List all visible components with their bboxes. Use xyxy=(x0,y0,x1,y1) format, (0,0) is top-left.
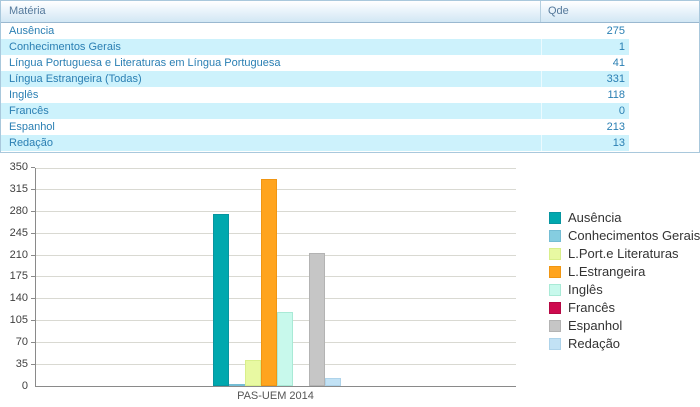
legend-label: L.Estrangeira xyxy=(568,265,645,279)
cell-materia: Espanhol xyxy=(1,119,541,135)
cell-materia: Ausência xyxy=(1,23,541,39)
legend-swatch-l-port-e-literaturas xyxy=(549,248,561,260)
cell-qde: 41 xyxy=(541,55,629,71)
legend-swatch-frances xyxy=(549,302,561,314)
plot-area xyxy=(35,168,516,387)
y-axis-label-350: 350 xyxy=(0,161,28,174)
legend-item-l-port-e-literaturas[interactable]: L.Port.e Literaturas xyxy=(549,248,700,260)
y-axis-label-210: 210 xyxy=(0,249,28,262)
cell-materia: Língua Portuguesa e Literaturas em Língu… xyxy=(1,55,541,71)
bar-chart: 0 35 70 105 140 175 210 245 280 315 350 PAS-UEM 20… xyxy=(0,160,700,407)
legend-item-l-estrangeira[interactable]: L.Estrangeira xyxy=(549,266,700,278)
cell-qde: 213 xyxy=(541,119,629,135)
cell-materia: Língua Estrangeira (Todas) xyxy=(1,71,541,87)
y-axis-label-0: 0 xyxy=(0,380,28,393)
legend-item-conhecimentos-gerais[interactable]: Conhecimentos Gerais xyxy=(549,230,700,242)
legend-label: Conhecimentos Gerais xyxy=(568,229,700,243)
legend-item-ingles[interactable]: Inglês xyxy=(549,284,700,296)
bar-ingles[interactable] xyxy=(277,312,293,386)
table-row-ingles[interactable]: Inglês118 xyxy=(1,87,629,103)
legend-swatch-l-estrangeira xyxy=(549,266,561,278)
table-row-lingua-portuguesa-e-literaturas-em-lingua-portuguesa[interactable]: Língua Portuguesa e Literaturas em Língu… xyxy=(1,55,629,71)
y-axis-label-105: 105 xyxy=(0,314,28,327)
legend-swatch-redacao xyxy=(549,338,561,350)
cell-qde: 331 xyxy=(541,71,629,87)
cell-qde: 118 xyxy=(541,87,629,103)
legend-item-espanhol[interactable]: Espanhol xyxy=(549,320,700,332)
y-tick-70 xyxy=(31,342,35,343)
y-tick-245 xyxy=(31,233,35,234)
column-header-qde[interactable]: Qde xyxy=(540,1,699,22)
legend-label: Redação xyxy=(568,337,620,351)
table-row-redacao[interactable]: Redação13 xyxy=(1,135,629,151)
y-tick-105 xyxy=(31,320,35,321)
cell-qde: 1 xyxy=(541,39,629,55)
y-axis-label-245: 245 xyxy=(0,227,28,240)
y-axis-label-280: 280 xyxy=(0,205,28,218)
legend-label: Inglês xyxy=(568,283,603,297)
legend-swatch-conhecimentos-gerais xyxy=(549,230,561,242)
y-tick-140 xyxy=(31,298,35,299)
table-row-ausencia[interactable]: Ausência275 xyxy=(1,23,629,39)
cell-materia: Inglês xyxy=(1,87,541,103)
y-tick-315 xyxy=(31,189,35,190)
cell-qde: 0 xyxy=(541,103,629,119)
legend-item-redacao[interactable]: Redação xyxy=(549,338,700,350)
y-tick-280 xyxy=(31,211,35,212)
y-axis-label-315: 315 xyxy=(0,183,28,196)
y-axis-label-175: 175 xyxy=(0,270,28,283)
legend-swatch-ingles xyxy=(549,284,561,296)
legend-swatch-ausencia xyxy=(549,212,561,224)
bar-l-estrangeira[interactable] xyxy=(261,179,277,386)
bar-l-port-e-literaturas[interactable] xyxy=(245,360,261,386)
y-tick-210 xyxy=(31,255,35,256)
cell-qde: 13 xyxy=(541,135,629,151)
bar-ausencia[interactable] xyxy=(213,214,229,386)
x-axis-label: PAS-UEM 2014 xyxy=(35,390,516,402)
y-axis-label-35: 35 xyxy=(0,358,28,371)
legend-item-frances[interactable]: Francês xyxy=(549,302,700,314)
legend-label: Ausência xyxy=(568,211,621,225)
gridline-350 xyxy=(36,168,516,169)
y-tick-350 xyxy=(31,167,35,168)
cell-qde: 275 xyxy=(541,23,629,39)
cell-materia: Conhecimentos Gerais xyxy=(1,39,541,55)
column-header-materia[interactable]: Matéria xyxy=(1,1,540,22)
table-row-frances[interactable]: Francês0 xyxy=(1,103,629,119)
chart-legend: Ausência Conhecimentos Gerais L.Port.e Lit… xyxy=(549,212,700,356)
legend-item-ausencia[interactable]: Ausência xyxy=(549,212,700,224)
y-axis-label-70: 70 xyxy=(0,336,28,349)
bar-espanhol[interactable] xyxy=(309,253,325,386)
y-tick-175 xyxy=(31,276,35,277)
cell-materia: Redação xyxy=(1,135,541,151)
table-row-espanhol[interactable]: Espanhol213 xyxy=(1,119,629,135)
bar-conhecimentos-gerais[interactable] xyxy=(229,384,245,386)
report-page: Matéria Qde Ausência275Conhecimentos Ger… xyxy=(0,0,700,407)
legend-label: L.Port.e Literaturas xyxy=(568,247,679,261)
table-body: Ausência275Conhecimentos Gerais1Língua P… xyxy=(1,23,699,151)
table-header: Matéria Qde xyxy=(1,1,699,23)
materia-table: Matéria Qde Ausência275Conhecimentos Ger… xyxy=(0,0,700,153)
legend-label: Espanhol xyxy=(568,319,622,333)
table-row-lingua-estrangeira-todas[interactable]: Língua Estrangeira (Todas)331 xyxy=(1,71,629,87)
y-tick-35 xyxy=(31,364,35,365)
legend-label: Francês xyxy=(568,301,615,315)
table-row-conhecimentos-gerais[interactable]: Conhecimentos Gerais1 xyxy=(1,39,629,55)
y-axis-label-140: 140 xyxy=(0,292,28,305)
legend-swatch-espanhol xyxy=(549,320,561,332)
bar-redacao[interactable] xyxy=(325,378,341,386)
cell-materia: Francês xyxy=(1,103,541,119)
